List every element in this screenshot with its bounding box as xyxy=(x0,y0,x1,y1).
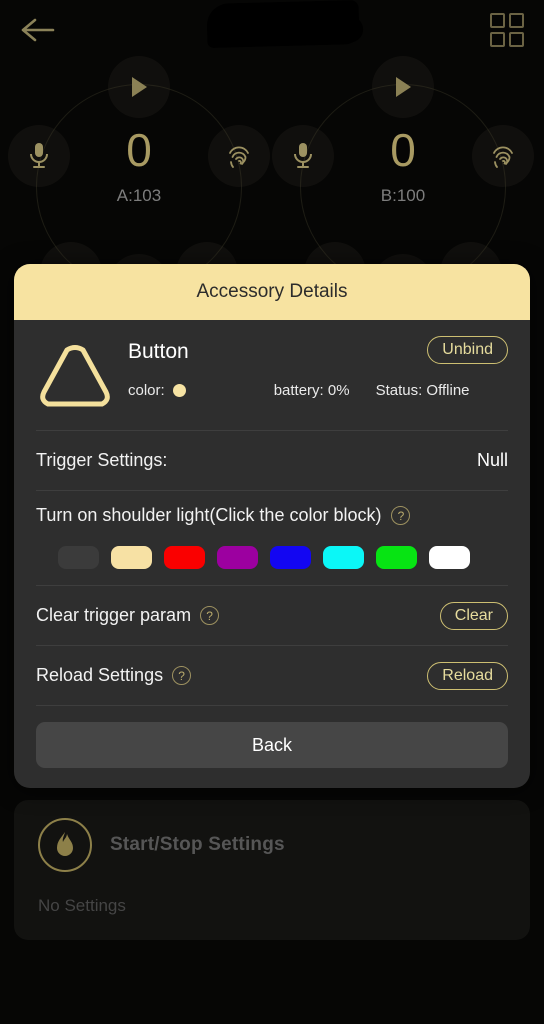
dial-b-count: 0 xyxy=(390,124,416,176)
back-button-wrap: Back xyxy=(36,706,508,788)
play-icon[interactable] xyxy=(108,56,170,118)
color-swatch-purple[interactable] xyxy=(217,546,258,569)
reload-settings-label-wrap: Reload Settings ? xyxy=(36,665,192,686)
clear-button[interactable]: Clear xyxy=(439,601,508,630)
dial-a-count: 0 xyxy=(126,124,152,176)
clear-trigger-param-label-wrap: Clear trigger param ? xyxy=(36,605,220,626)
back-button[interactable]: Back xyxy=(36,722,508,768)
start-stop-subtitle: No Settings xyxy=(38,896,126,915)
grid-view-icon[interactable] xyxy=(484,8,530,52)
clear-trigger-param-label: Clear trigger param xyxy=(36,605,192,625)
play-icon[interactable] xyxy=(372,56,434,118)
trigger-settings-label: Trigger Settings: xyxy=(36,450,168,470)
color-swatch-white[interactable] xyxy=(429,546,470,569)
unbind-button-wrap: Unbind xyxy=(427,336,508,364)
trigger-settings-value: Null xyxy=(476,450,508,470)
shoulder-light-label: Turn on shoulder light(Click the color b… xyxy=(36,505,382,525)
accessory-color: color: xyxy=(128,382,186,399)
clear-trigger-param-row: Clear trigger param ? Clear xyxy=(36,586,508,646)
trigger-settings-row[interactable]: Trigger Settings: Null xyxy=(36,431,508,491)
reload-button[interactable]: Reload xyxy=(427,661,508,690)
shoulder-light-block: Turn on shoulder light(Click the color b… xyxy=(36,491,508,586)
accessory-summary-row: Button color: battery: 0% Status: Offlin… xyxy=(36,320,508,431)
reload-settings-label: Reload Settings xyxy=(36,665,164,685)
dial-b-label: B:100 xyxy=(380,186,426,205)
accessory-details-modal: Accessory Details Button color: battery:… xyxy=(14,264,530,788)
top-bar xyxy=(0,0,544,58)
start-stop-title: Start/Stop Settings xyxy=(110,834,285,855)
color-swatch-dot xyxy=(172,384,186,397)
color-label: color: xyxy=(128,382,165,399)
dial-a-readout: 0 A:103 xyxy=(14,124,264,206)
reload-settings-row: Reload Settings ? Reload xyxy=(36,646,508,706)
rounded-triangle-icon xyxy=(36,336,128,416)
shoulder-light-title: Turn on shoulder light(Click the color b… xyxy=(36,505,508,526)
color-swatch-row xyxy=(36,546,508,569)
question-mark-icon[interactable]: ? xyxy=(200,606,220,625)
accessory-status: Status: Offline xyxy=(375,382,470,399)
color-swatch-off[interactable] xyxy=(58,546,99,569)
redacted-title xyxy=(206,0,360,48)
accessory-meta: color: battery: 0% Status: Offline xyxy=(128,382,508,399)
modal-body: Button color: battery: 0% Status: Offlin… xyxy=(14,320,530,788)
unbind-button[interactable]: Unbind xyxy=(427,336,508,364)
start-stop-header: Start/Stop Settings xyxy=(38,818,285,872)
question-mark-icon[interactable]: ? xyxy=(391,506,411,525)
start-stop-settings-card[interactable]: Start/Stop Settings No Settings xyxy=(14,800,530,940)
flame-icon xyxy=(38,818,92,872)
modal-title: Accessory Details xyxy=(196,281,348,302)
accessory-battery: battery: 0% xyxy=(273,382,350,399)
color-swatch-red[interactable] xyxy=(164,546,205,569)
dial-b-readout: 0 B:100 xyxy=(278,124,528,206)
color-swatch-cream[interactable] xyxy=(111,546,152,569)
modal-header: Accessory Details xyxy=(14,264,530,320)
back-arrow-icon[interactable] xyxy=(14,8,62,52)
color-swatch-blue[interactable] xyxy=(270,546,311,569)
color-swatch-cyan[interactable] xyxy=(323,546,364,569)
app-screen: 0 A:103 0 B:100 Start/Stop Settings No S… xyxy=(0,0,544,1024)
dial-a-label: A:103 xyxy=(116,186,162,205)
question-mark-icon[interactable]: ? xyxy=(172,666,192,685)
color-swatch-green[interactable] xyxy=(376,546,417,569)
